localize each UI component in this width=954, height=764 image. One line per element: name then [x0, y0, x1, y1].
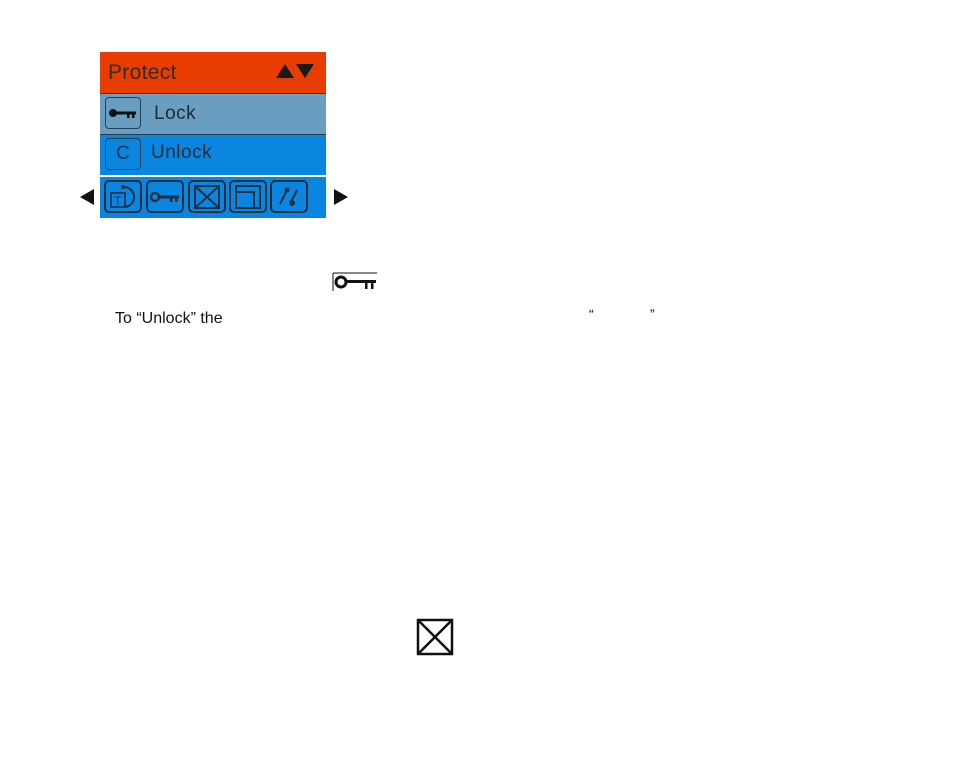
- delete-icon[interactable]: [188, 180, 226, 213]
- frame-icon[interactable]: [229, 180, 267, 213]
- rotate-icon-letter: T: [114, 194, 122, 208]
- edit-icon[interactable]: [270, 180, 308, 213]
- body-text: To “Unlock” the: [115, 310, 223, 327]
- key-icon: [105, 97, 141, 129]
- open-quote: “: [589, 306, 594, 322]
- key-icon[interactable]: [146, 180, 184, 213]
- delete-icon: [416, 618, 454, 661]
- menu-item-label: Unlock: [151, 142, 213, 163]
- menu-toolbar: T: [100, 177, 326, 218]
- menu-item-unlock[interactable]: C Unlock: [100, 135, 326, 175]
- arrow-up-icon[interactable]: [276, 64, 294, 78]
- protect-menu-screen: Protect Lock C Unlock T: [100, 52, 326, 218]
- unlock-icon: C: [105, 138, 141, 170]
- arrow-left-icon[interactable]: [80, 189, 94, 205]
- rotate-icon[interactable]: T: [104, 180, 142, 213]
- menu-scroll-arrows: [276, 64, 314, 78]
- close-quote: ”: [650, 306, 655, 322]
- unlock-icon-letter: C: [116, 143, 130, 164]
- menu-item-lock[interactable]: Lock: [100, 94, 326, 135]
- arrow-right-icon[interactable]: [334, 189, 348, 205]
- arrow-down-icon[interactable]: [296, 64, 314, 78]
- menu-title-bar: Protect: [100, 52, 326, 94]
- menu-title: Protect: [108, 61, 177, 84]
- key-icon: [332, 272, 378, 297]
- menu-item-label: Lock: [154, 103, 197, 124]
